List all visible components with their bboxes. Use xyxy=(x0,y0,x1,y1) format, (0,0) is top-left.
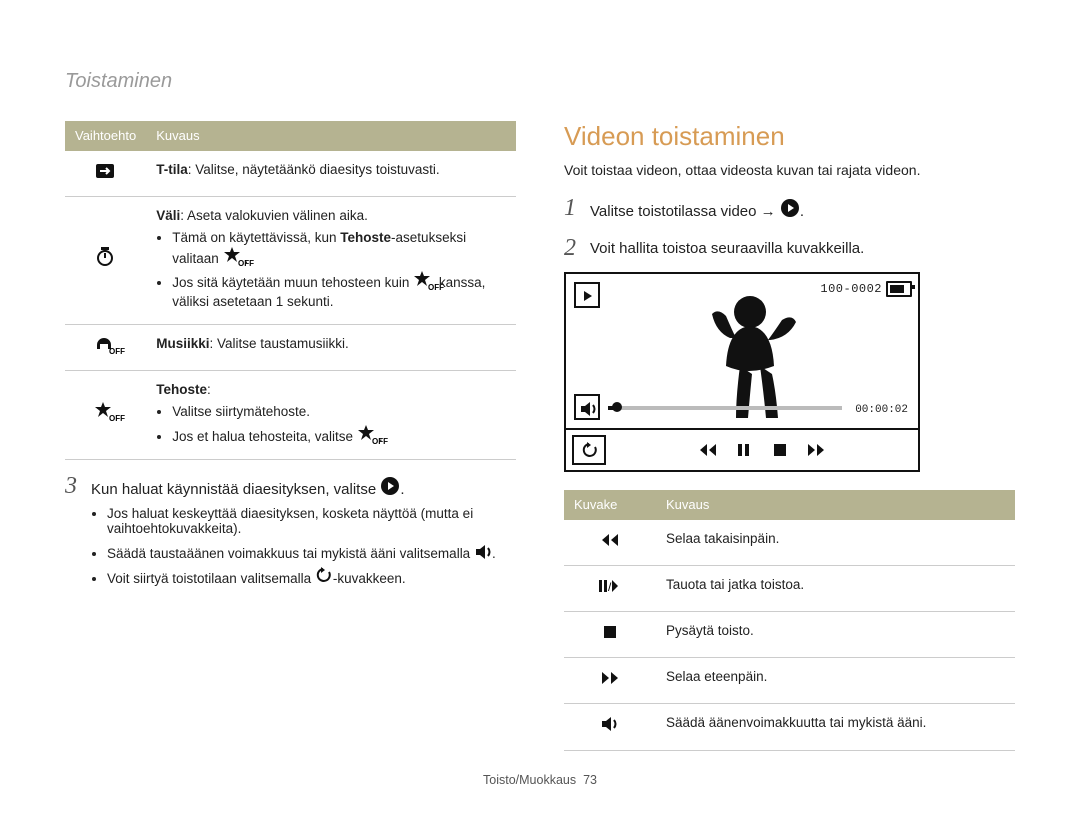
playback-indicator-icon xyxy=(574,282,600,308)
option-desc: Tehoste: Valitse siirtymätehoste. Jos et… xyxy=(146,371,516,460)
option-desc: Musiikki: Valitse taustamusiikki. xyxy=(146,324,516,370)
speaker-icon xyxy=(474,542,492,560)
step-body: Valitse toistotilassa video → . xyxy=(590,196,804,222)
interval-icon xyxy=(95,247,117,269)
option-desc: T-tila: Valitse, näytetäänkö diaesitys t… xyxy=(146,151,516,197)
star-off-icon xyxy=(413,271,435,289)
stop-icon xyxy=(770,440,790,460)
step-2: 2 Voit hallita toistoa seuraavilla kuvak… xyxy=(564,236,1015,260)
star-off-icon xyxy=(94,402,118,422)
stop-icon xyxy=(600,622,620,642)
speaker-icon xyxy=(600,714,620,734)
step-3: 3 Kun haluat käynnistää diaesityksen, va… xyxy=(65,474,516,500)
step-number: 1 xyxy=(564,196,590,222)
back-arrow-icon xyxy=(315,567,333,585)
video-player-screenshot: 100-0002 00:00:02 xyxy=(564,272,920,472)
icon-th-icon: Kuvake xyxy=(564,490,656,520)
play-circle-icon xyxy=(380,476,400,496)
icon-desc: Säädä äänenvoimakkuutta tai mykistä ääni… xyxy=(656,704,1015,750)
icon-table: Kuvake Kuvaus Selaa takaisinpäin. Tauota… xyxy=(564,490,1015,751)
volume-button xyxy=(574,394,600,420)
heading-video-playback: Videon toistaminen xyxy=(564,121,1015,152)
step-3-bullets: Jos haluat keskeyttää diaesityksen, kosk… xyxy=(91,506,516,586)
icon-desc: Selaa takaisinpäin. xyxy=(656,520,1015,566)
step-number: 3 xyxy=(65,474,91,500)
star-off-icon xyxy=(223,247,245,265)
option-icon-cell xyxy=(65,324,146,370)
timecode: 00:00:02 xyxy=(855,404,908,416)
progress-bar xyxy=(608,406,842,410)
pause-icon xyxy=(734,440,754,460)
silhouette-figure xyxy=(700,288,820,418)
intro-text: Voit toistaa videon, ottaa videosta kuva… xyxy=(564,162,1015,178)
option-icon-cell xyxy=(65,151,146,197)
star-off-icon xyxy=(357,425,379,443)
option-icon-cell xyxy=(65,371,146,460)
step-1: 1 Valitse toistotilassa video → . xyxy=(564,196,1015,222)
rewind-icon xyxy=(600,530,620,550)
options-th-option: Vaihtoehto xyxy=(65,121,146,151)
rewind-icon xyxy=(698,440,718,460)
option-icon-cell xyxy=(65,196,146,324)
step-body: Voit hallita toistoa seuraavilla kuvakke… xyxy=(590,236,864,260)
options-th-desc: Kuvaus xyxy=(146,121,516,151)
arrow-right-box-icon xyxy=(95,161,117,181)
option-desc: Väli: Aseta valokuvien välinen aika. Täm… xyxy=(146,196,516,324)
forward-icon xyxy=(600,668,620,688)
battery-icon xyxy=(886,281,912,297)
file-counter: 100-0002 xyxy=(820,282,882,296)
page-footer: Toisto/Muokkaus 73 xyxy=(0,773,1080,787)
back-button xyxy=(572,435,606,465)
headphones-off-icon xyxy=(94,335,118,355)
icon-desc: Pysäytä toisto. xyxy=(656,611,1015,657)
right-column: Videon toistaminen Voit toistaa videon, … xyxy=(564,121,1015,751)
pause-play-icon xyxy=(598,576,622,596)
options-table: Vaihtoehto Kuvaus T-tila: Valitse, näyte… xyxy=(65,121,516,460)
icon-desc: Tauota tai jatka toistoa. xyxy=(656,565,1015,611)
section-title: Toistaminen xyxy=(65,70,1015,93)
step-body: Kun haluat käynnistää diaesityksen, vali… xyxy=(91,474,405,500)
icon-desc: Selaa eteenpäin. xyxy=(656,658,1015,704)
step-number: 2 xyxy=(564,236,590,260)
play-circle-icon xyxy=(780,198,800,218)
icon-th-desc: Kuvaus xyxy=(656,490,1015,520)
forward-icon xyxy=(806,440,826,460)
left-column: Vaihtoehto Kuvaus T-tila: Valitse, näyte… xyxy=(65,121,516,751)
